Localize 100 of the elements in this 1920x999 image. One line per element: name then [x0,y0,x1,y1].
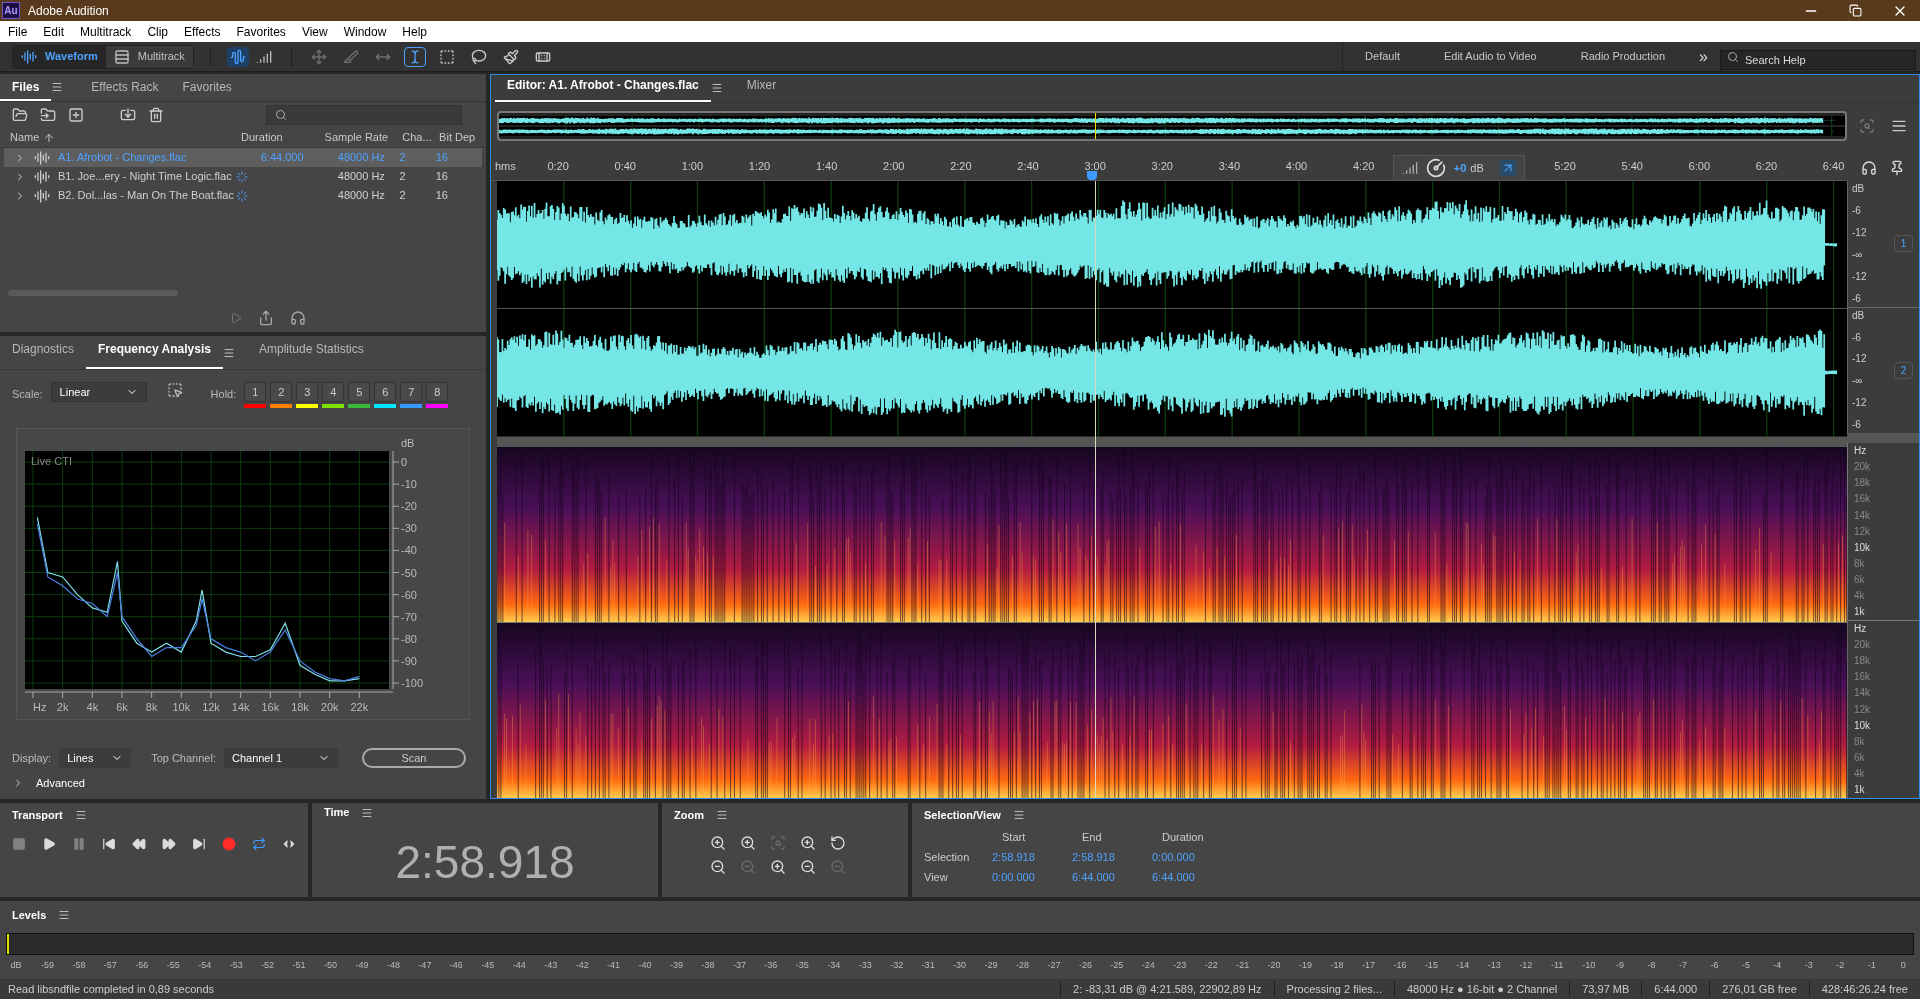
zoom-in-icon[interactable] [740,835,756,851]
workspace-tab[interactable]: Default [1343,48,1422,65]
time-value[interactable]: 6:44.000 [1072,867,1144,887]
file-row[interactable]: B2. Dol...las - Man On The Boat.flac 48000 Hz 2 16 [4,186,482,205]
workspace-tab[interactable]: Radio Production [1558,48,1688,65]
search-field[interactable] [266,105,462,125]
display-dropdown[interactable]: Lines [59,748,132,768]
hold-button[interactable]: 2 [270,382,293,402]
menu-item[interactable]: File [0,22,36,41]
panel-menu-icon[interactable] [74,809,87,821]
waveform-view-icon[interactable] [226,46,249,67]
column-header[interactable]: Bit Dep [439,129,476,146]
panel-menu-icon[interactable] [222,347,235,359]
zoom-in-icon[interactable] [770,859,786,875]
scan-button[interactable]: Scan [361,748,466,768]
meter-scale-label: -51 [291,959,307,972]
column-header[interactable]: Name [10,129,40,146]
end-icon[interactable] [192,837,206,851]
scale-dropdown[interactable]: Linear [50,382,147,402]
panel-menu-icon[interactable] [710,82,723,94]
panel-tab[interactable]: Files [0,74,52,101]
autoplay-icon[interactable] [290,310,306,326]
hold-button[interactable]: 4 [322,382,345,402]
mode-button[interactable]: Multitrack [105,45,193,68]
folder-import-icon[interactable] [40,107,56,123]
gain-hud[interactable]: +0 dB [1392,155,1525,181]
forward-icon[interactable] [162,837,176,851]
reset-icon[interactable] [830,835,846,851]
file-row[interactable]: B1. Joe...ery - Night Time Logic.flac 48000 Hz 2 16 [4,167,482,186]
column-header[interactable]: Sample Rate [324,129,389,146]
hold-button[interactable]: 3 [296,382,319,402]
record-icon[interactable] [222,837,236,851]
trash-icon[interactable] [148,107,164,123]
pin-icon[interactable] [1889,160,1905,176]
more-workspaces[interactable]: » [1687,44,1720,69]
panel-menu-icon[interactable] [715,809,728,821]
panel-menu-icon[interactable] [51,81,64,93]
time-value[interactable]: 6:44.000 [1152,867,1224,887]
marquee-icon[interactable] [166,382,183,398]
panel-tab[interactable]: Editor: A1. Afrobot - Changes.flac [495,75,711,102]
list-icon[interactable] [1891,118,1907,134]
time-value[interactable]: 2:58.918 [1072,847,1144,867]
time-value[interactable]: 2:58.918 [992,847,1064,867]
channel-dropdown[interactable]: Channel 1 [223,748,338,768]
hold-button[interactable]: 1 [244,382,267,402]
new-file-icon[interactable] [68,107,84,123]
menu-item[interactable]: Edit [35,22,73,41]
time-value[interactable]: 0:00.000 [1152,847,1224,867]
playhead-handle[interactable] [1086,171,1097,180]
panel-tab[interactable]: Diagnostics [0,336,87,369]
channel-badge[interactable]: 1 [1893,235,1914,253]
play-icon[interactable] [42,837,56,851]
column-header[interactable]: Cha... [402,129,432,146]
section-toggle[interactable]: Advanced [36,774,85,792]
zoom-out-icon[interactable] [710,859,726,875]
zoom-icon[interactable] [1859,118,1875,134]
menu-item[interactable]: Window [335,22,395,41]
menu-item[interactable]: View [293,22,336,41]
panel-tab[interactable]: Favorites [170,74,244,101]
hold-button[interactable]: 6 [374,382,397,402]
column-header[interactable]: Duration [241,129,283,146]
mode-button[interactable]: Waveform [13,45,106,68]
loop-preview-icon[interactable] [258,310,274,326]
restore-icon[interactable] [1849,4,1862,17]
workspace-tab[interactable]: Edit Audio to Video [1421,48,1559,65]
meter-scale-label: -15 [1423,959,1439,972]
menu-item[interactable]: Help [394,22,436,41]
channel-badge[interactable]: 2 [1893,361,1914,379]
rewind-icon[interactable] [132,837,146,851]
skip-icon[interactable] [282,837,296,851]
panel-menu-icon[interactable] [58,909,71,921]
panel-menu-icon[interactable] [1012,809,1025,821]
search-field[interactable]: Search Help [1720,49,1916,70]
panel-tab[interactable]: Frequency Analysis [86,336,223,369]
menu-item[interactable]: Clip [139,22,177,41]
hz-scale-label: 16k [1854,671,1872,684]
meter-scale-label: -42 [574,959,590,972]
text-cursor-icon[interactable] [403,46,426,67]
zoom-out-icon[interactable] [800,859,816,875]
hold-button[interactable]: 8 [426,382,449,402]
insert-icon[interactable] [120,107,136,123]
zoom-in-icon[interactable] [710,835,726,851]
panel-tab[interactable]: Effects Rack [79,74,171,101]
panel-tab[interactable]: Mixer [734,75,789,102]
overview-bar[interactable] [497,111,1847,141]
menu-item[interactable]: Favorites [228,22,294,41]
time-value[interactable]: 0:00.000 [992,867,1064,887]
meter-scale-label: -53 [228,959,244,972]
zoom-in-icon[interactable] [800,835,816,851]
start-icon[interactable] [102,837,116,851]
gain-knob-icon[interactable] [1425,158,1446,178]
menu-item[interactable]: Effects [176,22,229,41]
loop-icon[interactable] [252,837,266,851]
hold-button[interactable]: 5 [348,382,371,402]
panel-menu-icon[interactable] [361,806,374,819]
panel-tab[interactable]: Amplitude Statistics [246,336,376,369]
menu-item[interactable]: Multitrack [72,22,140,41]
hold-button[interactable]: 7 [400,382,423,402]
folder-open-icon[interactable] [12,107,28,123]
headphones-icon[interactable] [1861,160,1877,176]
